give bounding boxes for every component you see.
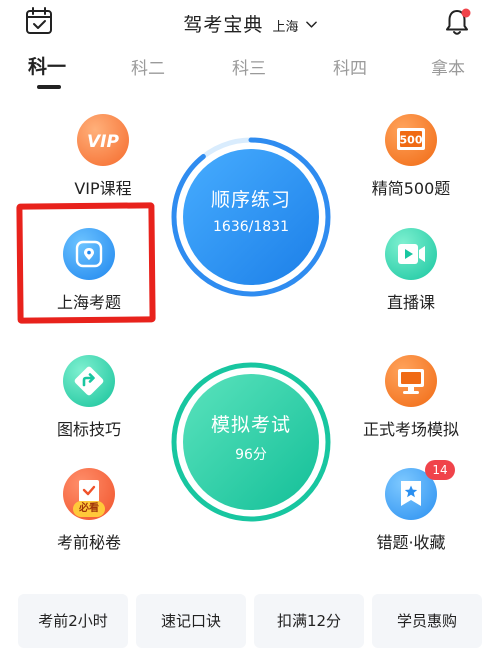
quick-links: 考前2小时 速记口诀 扣满12分 学员惠购	[18, 594, 482, 648]
mock-exam-button[interactable]: 模拟考试 96分	[171, 362, 331, 522]
link-mnemonics[interactable]: 速记口诀	[136, 594, 246, 648]
sequential-practice-button[interactable]: 顺序练习 1636/1831	[171, 137, 331, 297]
feature-live-class[interactable]: 直播课	[346, 228, 476, 313]
link-student-deals[interactable]: 学员惠购	[372, 594, 482, 648]
monitor-icon	[385, 355, 437, 407]
feature-wrong-favorites[interactable]: 14 错题·收藏	[346, 460, 476, 553]
feature-label: 考前秘卷	[56, 533, 121, 552]
star-bookmark-icon: 14	[385, 460, 455, 520]
vip-icon: VIP	[77, 114, 129, 166]
wrong-count-badge: 14	[425, 460, 455, 480]
direction-sign-icon	[63, 355, 115, 407]
chevron-down-icon[interactable]	[305, 21, 317, 29]
feature-label: 图标技巧	[56, 420, 121, 439]
feature-label: VIP课程	[74, 179, 132, 198]
practice-progress-text: 1636/1831	[213, 219, 289, 235]
feature-vip-course[interactable]: VIP VIP课程	[38, 114, 168, 199]
feature-simplified-500[interactable]: 500 精简500题	[346, 114, 476, 199]
svg-text:500: 500	[400, 134, 423, 147]
red-highlight-box	[16, 202, 156, 324]
feature-sign-tips[interactable]: 图标技巧	[24, 355, 154, 440]
city-selector[interactable]: 上海	[273, 20, 299, 35]
link-twelve-points[interactable]: 扣满12分	[254, 594, 364, 648]
exam-score: 96分	[235, 447, 267, 463]
tab-na-ben[interactable]: 拿本	[431, 54, 465, 79]
must-see-badge: 必看	[73, 501, 105, 517]
exam-ring	[171, 362, 331, 522]
app-header: 驾考宝典 上海	[0, 0, 500, 46]
practice-title: 顺序练习	[210, 189, 291, 211]
practice-progress-ring	[171, 137, 331, 297]
svg-text:VIP: VIP	[87, 132, 119, 152]
feature-label: 直播课	[386, 293, 435, 312]
bell-icon[interactable]	[442, 7, 472, 37]
secret-paper-icon: 必看	[63, 468, 115, 520]
tab-ke-er[interactable]: 科二	[131, 54, 165, 79]
active-tab-indicator	[37, 85, 61, 89]
link-two-hours-before[interactable]: 考前2小时	[18, 594, 128, 648]
feature-exam-secret[interactable]: 必看 考前秘卷	[24, 468, 154, 553]
page-title: 驾考宝典	[183, 14, 264, 36]
feature-label: 正式考场模拟	[362, 420, 459, 439]
feature-label: 精简500题	[371, 179, 451, 198]
feature-formal-exam-simulation[interactable]: 正式考场模拟	[346, 355, 476, 440]
tab-ke-si[interactable]: 科四	[333, 54, 367, 79]
exam-title: 模拟考试	[210, 414, 291, 436]
book-500-icon: 500	[385, 114, 437, 166]
title-bar: 驾考宝典 上海	[0, 10, 500, 37]
live-video-icon	[385, 228, 437, 280]
feature-label: 错题·收藏	[376, 533, 446, 552]
tab-ke-san[interactable]: 科三	[232, 54, 266, 79]
subject-tabs: 科一 科二 科三 科四 拿本	[0, 52, 500, 92]
tab-ke-yi[interactable]: 科一	[28, 52, 66, 79]
